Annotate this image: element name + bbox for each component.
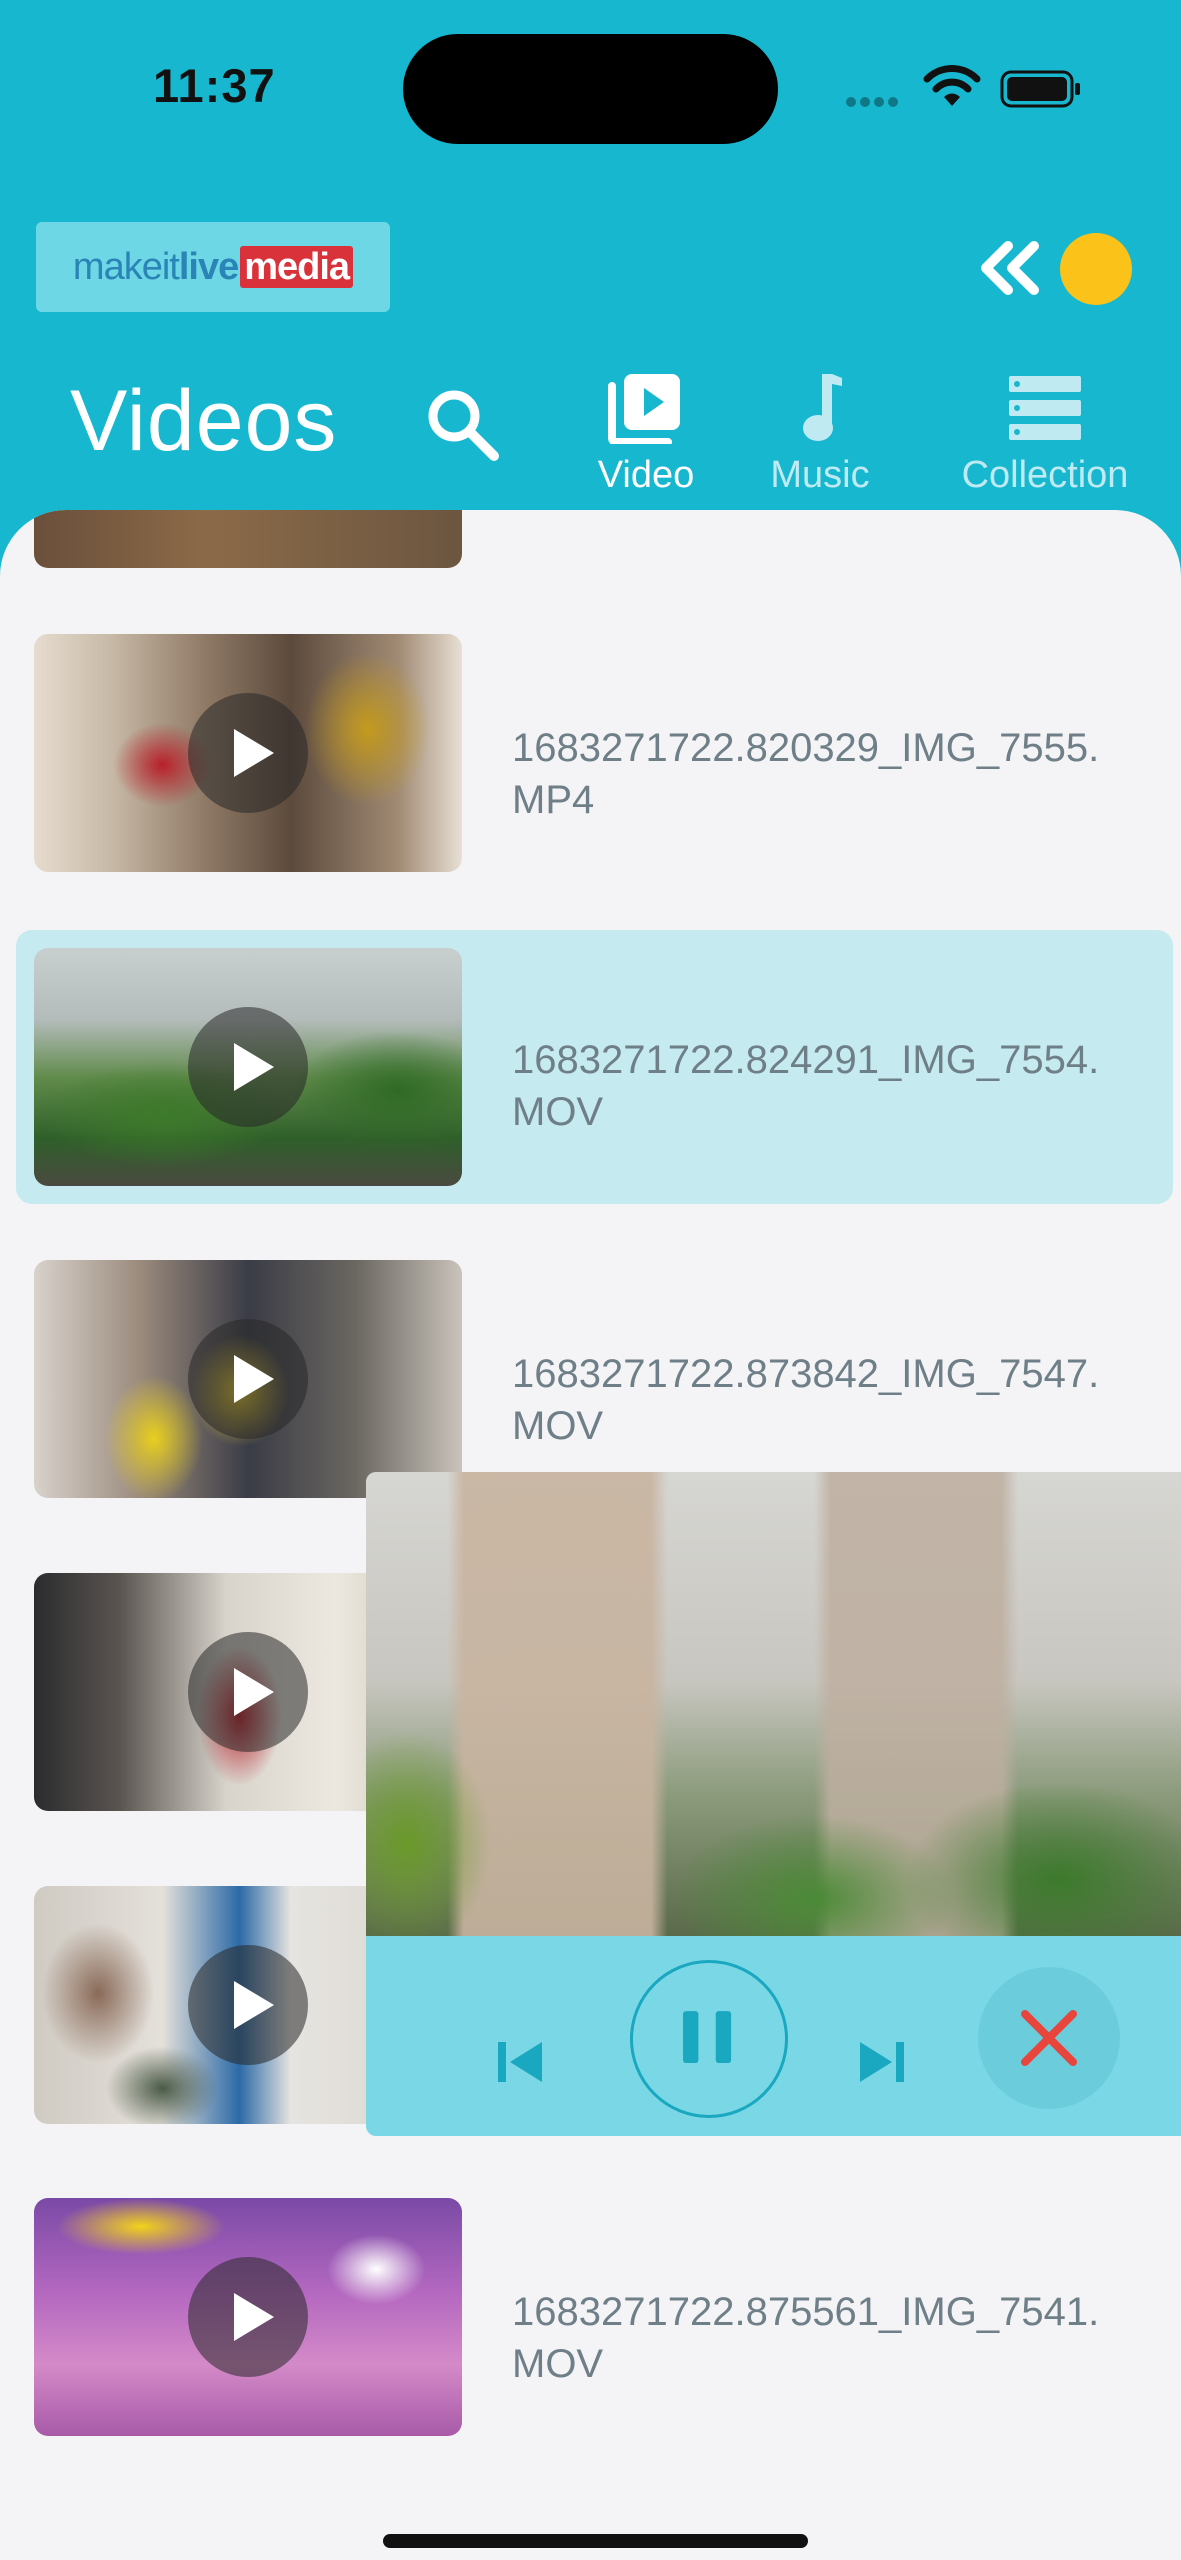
list-item-selected[interactable]: 1683271722.824291_IMG_7554.MOV: [0, 930, 1181, 1204]
wifi-icon: [923, 65, 981, 106]
cellular-signal-icon: [846, 94, 908, 107]
play-icon[interactable]: [188, 1945, 308, 2065]
video-thumbnail: [34, 1260, 462, 1498]
search-icon[interactable]: [424, 386, 500, 462]
video-thumbnail: [34, 948, 462, 1186]
next-track-icon[interactable]: [852, 2032, 912, 2092]
previous-track-icon[interactable]: [490, 2032, 550, 2092]
list-item[interactable]: [0, 510, 1181, 600]
close-icon: [1021, 2010, 1077, 2066]
video-title: 1683271722.873842_IMG_7547.MOV: [512, 1352, 1100, 1448]
play-icon[interactable]: [188, 1632, 308, 1752]
status-indicator-dot[interactable]: [1060, 233, 1132, 305]
video-thumbnail: [34, 2198, 462, 2436]
play-icon[interactable]: [188, 1319, 308, 1439]
tab-collection-label: Collection: [961, 454, 1129, 496]
home-indicator[interactable]: [383, 2534, 808, 2548]
mini-player-video[interactable]: [366, 1472, 1181, 1936]
tab-music[interactable]: Music: [752, 372, 888, 504]
mini-player[interactable]: [366, 1472, 1181, 2136]
dynamic-island: [403, 34, 778, 144]
collection-icon: [1009, 376, 1081, 440]
tab-music-label: Music: [770, 454, 870, 496]
video-title: 1683271722.824291_IMG_7554.MOV: [512, 1038, 1100, 1134]
pause-icon: [683, 2011, 732, 2064]
video-library-icon: [608, 374, 680, 444]
play-icon[interactable]: [188, 693, 308, 813]
list-item[interactable]: 1683271722.820329_IMG_7555.MP4: [0, 634, 1181, 904]
tab-video-label: Video: [597, 454, 695, 496]
tab-video[interactable]: Video: [585, 372, 707, 504]
pause-button[interactable]: [630, 1960, 788, 2118]
play-icon[interactable]: [188, 2257, 308, 2377]
play-icon[interactable]: [188, 1007, 308, 1127]
video-title: 1683271722.820329_IMG_7555.MP4: [512, 726, 1100, 822]
tab-collection[interactable]: Collection: [932, 372, 1158, 504]
music-note-icon: [803, 374, 842, 441]
video-thumbnail: [34, 510, 462, 568]
page-title: Videos: [70, 373, 338, 469]
collapse-double-chevron-icon[interactable]: [978, 240, 1040, 296]
status-time: 11:37: [153, 59, 276, 112]
brand-logo: makeitlive media: [36, 222, 390, 312]
video-title: 1683271722.875561_IMG_7541.MOV: [512, 2290, 1100, 2386]
battery-icon: [1000, 70, 1080, 108]
video-thumbnail: [34, 634, 462, 872]
close-player-button[interactable]: [978, 1967, 1120, 2109]
list-item[interactable]: 1683271722.875561_IMG_7541.MOV: [0, 2198, 1181, 2468]
